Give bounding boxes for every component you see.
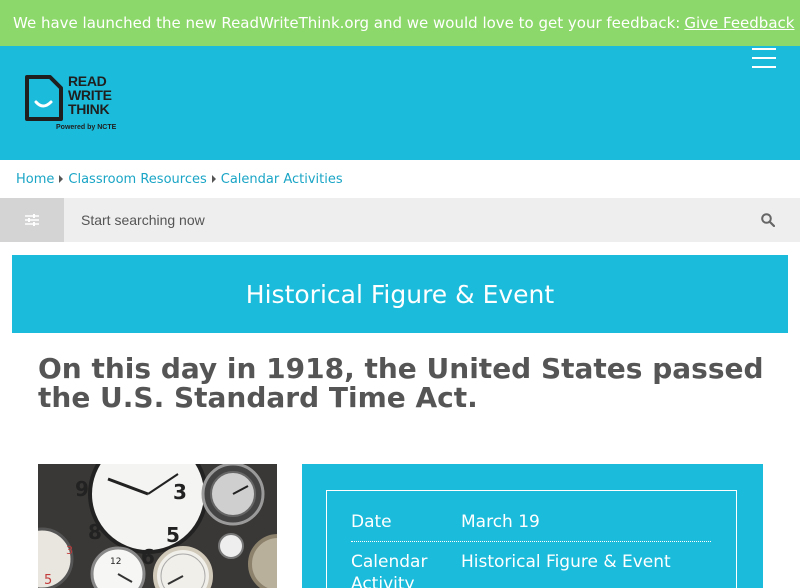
logo-powered-by: Powered by NCTE	[56, 124, 117, 131]
info-value: March 19	[461, 512, 540, 532]
info-label: Calendar Activity	[351, 552, 428, 588]
hamburger-menu-icon[interactable]	[752, 46, 778, 68]
site-header: READ WRITE THINK Powered by NCTE	[0, 46, 800, 160]
svg-text:5: 5	[44, 573, 52, 588]
svg-text:3: 3	[173, 480, 187, 504]
filter-button[interactable]	[0, 198, 64, 242]
logo-page-icon	[25, 75, 63, 121]
svg-text:8: 8	[88, 520, 102, 544]
info-divider	[351, 541, 711, 542]
info-row-date: Date March 19	[351, 511, 711, 533]
search-button[interactable]	[736, 198, 800, 242]
info-value: Historical Figure & Event	[461, 552, 671, 572]
magnifier-icon	[761, 213, 775, 227]
readwritethink-logo[interactable]: READ WRITE THINK Powered by NCTE	[24, 74, 124, 138]
sliders-icon	[25, 214, 39, 226]
clocks-image: 9 8 7 6 5 3 5 3 12	[38, 464, 277, 588]
page-title: On this day in 1918, the United States p…	[38, 352, 764, 414]
logo-wordmark: READ WRITE THINK	[68, 74, 112, 116]
breadcrumb-home[interactable]: Home	[16, 172, 54, 187]
search-input[interactable]	[64, 198, 736, 242]
feedback-banner-text: We have launched the new ReadWriteThink.…	[13, 14, 681, 32]
logo-line-think: THINK	[68, 101, 110, 117]
category-title: Historical Figure & Event	[245, 279, 555, 309]
svg-text:5: 5	[166, 523, 180, 547]
breadcrumb: Home Classroom Resources Calendar Activi…	[16, 170, 343, 188]
info-row-calendar-activity: Calendar Activity Historical Figure & Ev…	[351, 551, 711, 588]
logo-line-read: READ	[68, 73, 107, 89]
search-bar	[0, 198, 800, 242]
activity-info-panel: Date March 19 Calendar Activity Historic…	[302, 464, 763, 588]
breadcrumb-caret-icon	[59, 175, 64, 183]
give-feedback-link[interactable]: Give Feedback	[684, 14, 794, 32]
breadcrumb-classroom-resources[interactable]: Classroom Resources	[68, 172, 206, 187]
breadcrumb-calendar-activities[interactable]: Calendar Activities	[221, 172, 343, 187]
info-label: Date	[351, 512, 392, 532]
logo-line-write: WRITE	[68, 87, 112, 103]
activity-info-box: Date March 19 Calendar Activity Historic…	[326, 490, 737, 588]
svg-text:3: 3	[66, 544, 73, 557]
breadcrumb-caret-icon	[211, 175, 216, 183]
feedback-banner: We have launched the new ReadWriteThink.…	[0, 0, 800, 46]
svg-text:12: 12	[110, 557, 121, 567]
svg-text:9: 9	[75, 477, 89, 501]
category-title-banner: Historical Figure & Event	[12, 255, 788, 333]
clocks-picture: 9 8 7 6 5 3 5 3 12	[38, 464, 277, 588]
